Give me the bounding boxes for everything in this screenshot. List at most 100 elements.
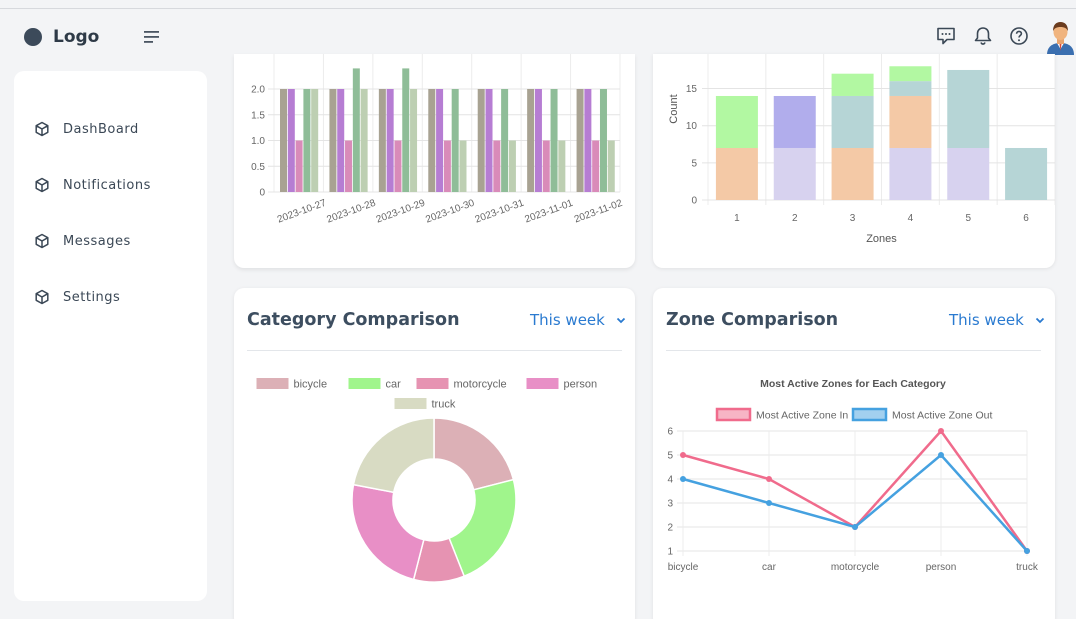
bar xyxy=(303,89,311,192)
x-tick-label: 2023-11-01 xyxy=(523,198,575,226)
bar xyxy=(607,140,615,192)
card-divider xyxy=(247,350,622,351)
bar xyxy=(534,89,542,192)
sidebar-item-label: Settings xyxy=(63,289,121,305)
data-point xyxy=(680,476,686,482)
x-tick-label: 2023-10-30 xyxy=(424,198,476,226)
stacked-bar-segment xyxy=(715,147,758,200)
y-tick-label: 1 xyxy=(667,547,673,558)
legend-swatch xyxy=(416,378,449,389)
sidebar-item-notifications[interactable]: Notifications xyxy=(34,173,199,197)
y-tick-label: 0 xyxy=(259,188,265,199)
y-tick-label: 0.5 xyxy=(251,162,265,173)
zone-comparison-card: Zone Comparison This week Most Active Zo… xyxy=(653,288,1055,619)
legend-swatch xyxy=(394,398,427,409)
card-title: Zone Comparison xyxy=(666,310,839,330)
period-label: This week xyxy=(949,311,1024,329)
y-tick-label: 10 xyxy=(686,121,698,132)
x-axis-title: Zones xyxy=(866,233,897,245)
bar xyxy=(337,89,345,192)
bar xyxy=(329,89,337,192)
logo-mark xyxy=(24,28,42,46)
bar xyxy=(443,140,451,192)
sidebar-item-settings[interactable]: Settings xyxy=(34,285,199,309)
y-tick-label: 2 xyxy=(667,523,673,534)
data-point xyxy=(1024,548,1030,554)
stacked-bar-segment xyxy=(947,69,990,148)
bar xyxy=(558,140,566,192)
daily-bar-chart: 00.51.01.52.02023-10-272023-10-282023-10… xyxy=(251,54,624,226)
bar xyxy=(485,89,493,192)
data-point xyxy=(852,524,858,530)
bell-icon[interactable] xyxy=(972,25,994,47)
legend-label: motorcycle xyxy=(454,379,507,391)
bar xyxy=(436,89,444,192)
menu-icon[interactable] xyxy=(142,29,162,45)
legend-label: Most Active Zone In xyxy=(756,410,848,422)
sidebar: DashBoard Notifications Messages Setting… xyxy=(14,71,207,601)
bar xyxy=(311,89,319,192)
x-tick-label: 5 xyxy=(965,213,971,224)
sidebar-item-messages[interactable]: Messages xyxy=(34,229,199,253)
y-tick-label: 6 xyxy=(667,427,673,438)
stacked-bar-segment xyxy=(889,95,932,148)
y-tick-label: 0 xyxy=(691,196,697,207)
stacked-bar-segment xyxy=(889,66,932,82)
help-icon[interactable] xyxy=(1008,25,1030,47)
card-divider xyxy=(666,350,1041,351)
bar xyxy=(402,68,410,192)
x-tick-label: 2023-10-28 xyxy=(325,198,377,226)
bar xyxy=(584,89,592,192)
zone-stacked-bar-chart: 0 5 10 15 1 2 3 4 5 6 Zones Count xyxy=(668,54,1055,245)
stacked-bar-segment xyxy=(773,147,816,200)
x-tick-label: person xyxy=(926,562,957,573)
stacked-bar-segment xyxy=(831,95,874,148)
legend-swatch xyxy=(256,378,289,389)
data-point xyxy=(766,476,772,482)
bar xyxy=(501,89,509,192)
legend-swatch xyxy=(348,378,381,389)
category-comparison-card: Category Comparison This week bicycle car… xyxy=(234,288,635,619)
period-dropdown[interactable]: This week xyxy=(949,311,1045,329)
legend-label: truck xyxy=(432,399,456,411)
bar xyxy=(451,89,459,192)
x-tick-label: 2023-10-29 xyxy=(375,198,427,226)
bar xyxy=(508,140,516,192)
bar xyxy=(542,140,550,192)
period-dropdown[interactable]: This week xyxy=(530,311,626,329)
data-point xyxy=(938,428,944,434)
zone-stacked-chart-card: 0 5 10 15 1 2 3 4 5 6 Zones Count xyxy=(653,54,1055,268)
y-tick-label: 5 xyxy=(667,451,673,462)
legend-swatch xyxy=(715,407,752,422)
avatar[interactable] xyxy=(1045,19,1076,55)
y-tick-label: 15 xyxy=(686,84,698,95)
sidebar-item-label: Notifications xyxy=(63,177,151,193)
bar xyxy=(527,89,535,192)
cube-icon xyxy=(35,289,49,305)
bar xyxy=(592,140,600,192)
y-tick-label: 1.0 xyxy=(251,136,265,147)
x-tick-label: 2023-10-27 xyxy=(276,198,328,226)
data-point xyxy=(766,500,772,506)
sidebar-item-label: DashBoard xyxy=(63,121,139,137)
chart-title: Most Active Zones for Each Category xyxy=(760,378,946,390)
bar xyxy=(477,89,485,192)
y-tick-label: 2.0 xyxy=(251,85,265,96)
bar xyxy=(428,89,436,192)
x-tick-label: 6 xyxy=(1023,213,1029,224)
chevron-down-icon xyxy=(1035,317,1044,323)
chat-icon[interactable] xyxy=(935,25,957,47)
category-donut-chart: bicycle car motorcycle person truck xyxy=(256,378,597,583)
stacked-bar-segment xyxy=(715,95,758,148)
x-tick-label: truck xyxy=(1016,562,1039,573)
x-tick-label: 1 xyxy=(734,213,740,224)
y-tick-label: 4 xyxy=(667,475,673,486)
bar xyxy=(287,89,295,192)
card-title: Category Comparison xyxy=(247,310,460,330)
stacked-bar-segment xyxy=(1005,147,1048,200)
legend-label: bicycle xyxy=(294,379,328,391)
legend-swatch xyxy=(851,407,888,422)
sidebar-item-dashboard[interactable]: DashBoard xyxy=(34,117,199,141)
bar xyxy=(550,89,558,192)
bar xyxy=(352,68,360,192)
